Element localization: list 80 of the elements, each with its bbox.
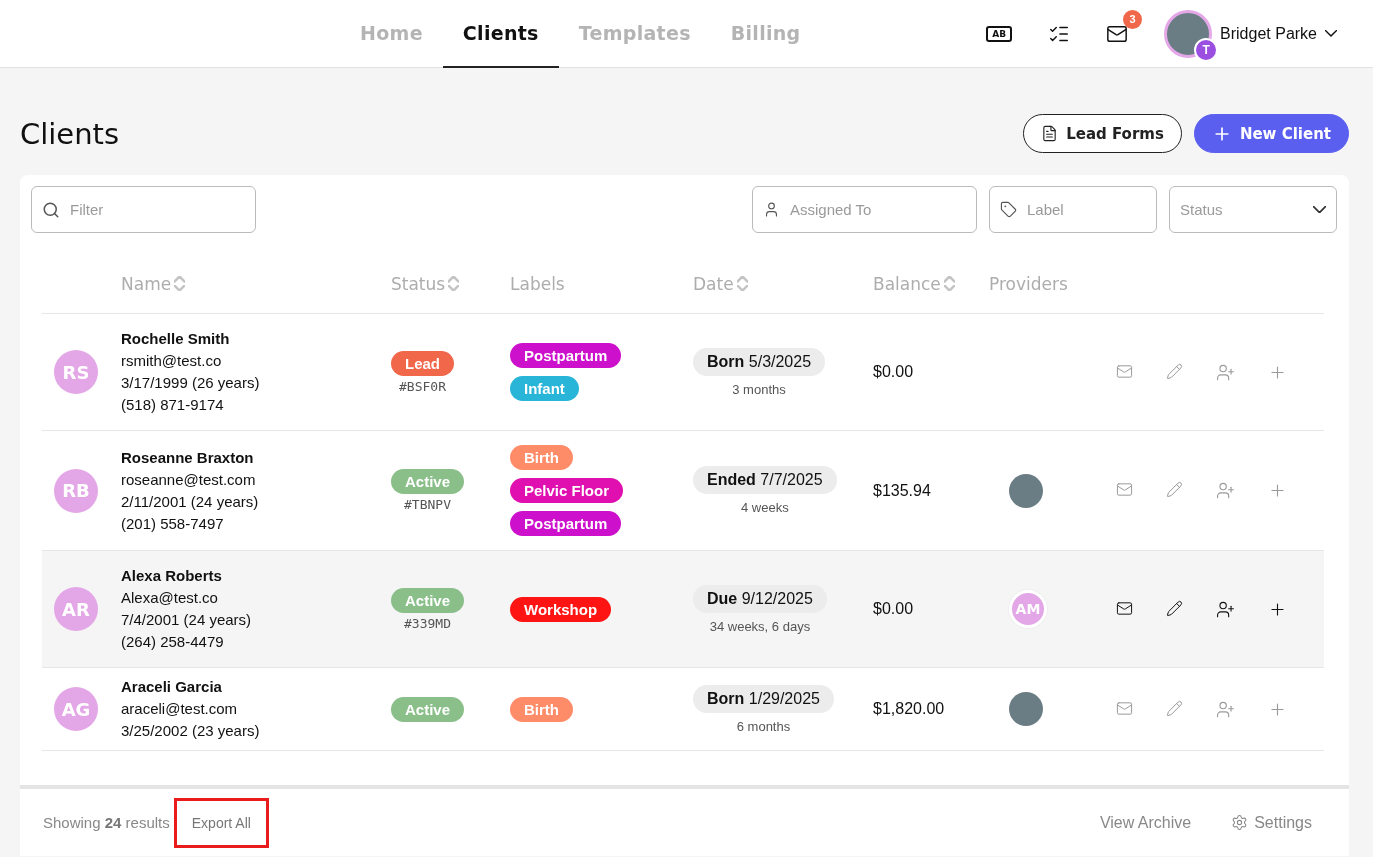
assigned-to-box[interactable]: Assigned To	[752, 186, 977, 233]
chevron-down-icon[interactable]	[1325, 30, 1337, 37]
label-field[interactable]: Label	[1025, 200, 1146, 219]
label-tag: Pelvic Floor	[510, 478, 624, 503]
notification-badge: 3	[1123, 9, 1143, 29]
provider-photo-placeholder	[1009, 473, 1043, 508]
client-email: araceli@test.com	[121, 699, 239, 719]
client-email: rsmith@test.co	[121, 351, 223, 371]
status-tag: Active	[391, 696, 465, 722]
status-tag: Active	[391, 587, 465, 613]
client-name[interactable]: Roseanne Braxton	[121, 446, 391, 469]
client-birthdate: 3/17/1999 (26 years)	[121, 373, 261, 393]
client-name[interactable]: Rochelle Smith	[121, 328, 391, 350]
settings-icon[interactable]	[1231, 814, 1249, 831]
client-birthdate: 7/4/2001 (24 years)	[121, 610, 253, 630]
label-tag: Infant	[510, 376, 579, 401]
export-all-button[interactable]: Export All	[173, 797, 269, 848]
label-tag: Workshop	[510, 596, 612, 622]
client-name[interactable]: Araceli Garcia	[121, 676, 391, 698]
sort-icon[interactable]	[448, 276, 460, 291]
user-photo-placeholder[interactable]	[1164, 9, 1213, 58]
tag-icon	[1000, 201, 1017, 218]
date-pill: Due 9/12/2025	[693, 584, 827, 613]
client-code: #TBNPV	[404, 497, 451, 512]
label-tag: Postpartum	[510, 343, 622, 368]
lead-forms-button[interactable]: Lead Forms	[1023, 114, 1182, 153]
client-email: Alexa@test.co	[121, 588, 219, 608]
search-icon	[42, 200, 60, 219]
sort-icon[interactable]	[174, 276, 186, 291]
date-pill: Born 1/29/2025	[693, 684, 834, 713]
status-tag: Active	[391, 469, 465, 494]
label-box[interactable]: Label	[989, 186, 1157, 233]
client-phone: (201) 558-7497	[121, 513, 225, 534]
client-birthdate: 3/25/2002 (23 years)	[121, 721, 261, 741]
client-avatar: AG	[54, 687, 98, 731]
relative-time: 4 weeks	[740, 500, 789, 515]
relative-time: 34 weeks, 6 days	[709, 618, 811, 634]
client-avatar: RS	[54, 350, 98, 394]
client-avatar: RB	[54, 468, 98, 513]
label-tag: Birth	[510, 696, 573, 722]
results-summary: Showing 24 results	[43, 814, 170, 831]
assigned-to-field[interactable]: Assigned To	[788, 200, 966, 219]
new-client-button[interactable]: New Client	[1193, 114, 1349, 153]
status-tag: Lead	[391, 350, 454, 376]
client-phone: (518) 871-9174	[121, 395, 225, 415]
user-name[interactable]: Bridget Parke	[1220, 24, 1317, 43]
client-avatar: AR	[54, 587, 98, 631]
column-header: Labels	[510, 273, 565, 294]
person-icon	[763, 201, 780, 218]
client-code: #339MD	[404, 615, 451, 631]
date-pill: Ended 7/7/2025	[693, 466, 837, 494]
sort-icon[interactable]	[943, 276, 955, 291]
settings-link[interactable]: Settings	[1225, 812, 1318, 833]
relative-time: 3 months	[732, 381, 786, 397]
label-tag: Birth	[510, 445, 573, 470]
balance-amount: $135.94	[873, 481, 932, 500]
relative-time: 6 months	[736, 718, 791, 734]
client-email: roseanne@test.com	[121, 469, 257, 490]
column-header: Providers	[989, 273, 1068, 294]
translate-toggle[interactable]: AB	[986, 25, 1013, 42]
page-title: Clients	[20, 116, 120, 151]
nav-tab[interactable]: Clients	[442, 0, 559, 68]
balance-amount: $0.00	[873, 363, 915, 381]
client-phone: (264) 258-4479	[121, 632, 225, 652]
sort-icon[interactable]	[736, 276, 748, 291]
chevron-down-icon	[1313, 205, 1326, 214]
date-pill: Born 5/3/2025	[693, 347, 826, 376]
client-birthdate: 2/11/2001 (24 years)	[121, 491, 260, 512]
label-tag: Postpartum	[510, 511, 622, 536]
balance-amount: $0.00	[873, 600, 915, 618]
provider-photo-placeholder	[1009, 692, 1043, 726]
filter-box[interactable]: Filter	[31, 186, 256, 233]
client-name[interactable]: Alexa Roberts	[121, 565, 391, 587]
document-icon	[1041, 125, 1059, 142]
provider-avatar: AM	[1009, 590, 1047, 628]
client-code: #BSF0R	[399, 378, 446, 394]
balance-amount: $1,820.00	[873, 700, 946, 718]
filter-field[interactable]: Filter	[68, 200, 245, 219]
user-initial-badge: T	[1194, 37, 1219, 62]
view-archive-link[interactable]: View Archive	[1093, 812, 1198, 833]
